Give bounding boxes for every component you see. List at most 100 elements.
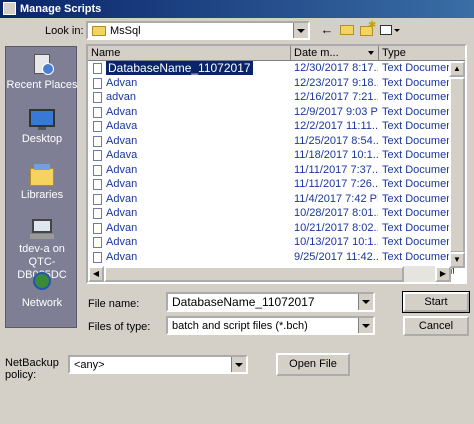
file-name: Advan bbox=[106, 178, 138, 190]
place-label: Network bbox=[21, 297, 63, 309]
scroll-thumb[interactable] bbox=[449, 77, 465, 253]
place-label: Recent Places bbox=[6, 79, 78, 91]
scroll-right-button[interactable]: ▶ bbox=[435, 266, 451, 282]
file-row[interactable]: Advan 10/28/2017 8:01... Text Document bbox=[88, 206, 454, 221]
place-network[interactable]: Network bbox=[6, 271, 78, 309]
place-label: Libraries bbox=[20, 189, 64, 201]
file-type: Text Document bbox=[382, 120, 454, 132]
file-row[interactable]: Advan 11/4/2017 7:42 PM Text Document bbox=[88, 192, 454, 207]
file-list[interactable]: Name Date m... Type DatabaseName_1107201… bbox=[86, 44, 467, 284]
open-file-button[interactable]: Open File bbox=[276, 353, 350, 376]
text-file-icon bbox=[93, 179, 102, 190]
text-file-icon bbox=[93, 150, 102, 161]
file-row[interactable]: Advan 9/25/2017 11:42... Text Document bbox=[88, 250, 454, 265]
file-row[interactable]: Advan 12/23/2017 9:18... Text Document bbox=[88, 76, 454, 91]
file-date: 11/11/2017 7:26... bbox=[294, 178, 378, 190]
file-type: Text Document bbox=[382, 221, 454, 234]
view-menu-icon[interactable] bbox=[378, 22, 402, 38]
file-row[interactable]: DatabaseName_11072017 12/30/2017 8:17... T… bbox=[88, 61, 454, 76]
scroll-up-button[interactable]: ▲ bbox=[449, 61, 465, 77]
cancel-button[interactable]: Cancel bbox=[403, 316, 469, 336]
scroll-down-button[interactable]: ▼ bbox=[449, 252, 465, 268]
file-name: advan bbox=[106, 91, 136, 103]
new-folder-icon[interactable]: ✱ bbox=[358, 20, 376, 38]
chevron-down-icon bbox=[368, 51, 374, 55]
look-in-combo[interactable]: MsSql bbox=[86, 21, 310, 40]
file-type: Text Document bbox=[382, 134, 454, 147]
file-name: DatabaseName_11072017 bbox=[106, 61, 253, 75]
file-date: 10/21/2017 8:02... bbox=[294, 221, 378, 234]
policy-value: <any> bbox=[74, 359, 105, 371]
text-file-icon bbox=[93, 121, 102, 132]
file-type-combo[interactable]: batch and script files (*.bch) bbox=[166, 316, 375, 335]
chevron-down-icon[interactable] bbox=[231, 357, 246, 372]
vertical-scrollbar[interactable]: ▲ ▼ bbox=[449, 61, 465, 268]
policy-combo[interactable]: <any> bbox=[68, 355, 248, 374]
file-type: Text Document bbox=[382, 207, 454, 219]
column-header-date[interactable]: Date m... bbox=[291, 46, 379, 61]
file-row[interactable]: Advan 10/21/2017 8:02... Text Document bbox=[88, 221, 454, 236]
file-date: 11/25/2017 8:54... bbox=[294, 134, 378, 147]
chevron-down-icon[interactable] bbox=[358, 294, 373, 310]
file-row[interactable]: advan 12/16/2017 7:21... Text Document bbox=[88, 90, 454, 105]
text-file-icon bbox=[93, 164, 102, 176]
app-icon bbox=[3, 2, 16, 15]
network-icon bbox=[28, 271, 56, 295]
file-name: Advan bbox=[106, 163, 138, 176]
file-row[interactable]: Advan 11/11/2017 7:26... Text Document bbox=[88, 177, 454, 192]
file-row[interactable]: Advan 11/11/2017 7:37... Text Document bbox=[88, 163, 454, 178]
start-button[interactable]: Start bbox=[402, 291, 470, 313]
up-folder-icon[interactable] bbox=[338, 22, 356, 38]
text-file-icon bbox=[93, 208, 102, 219]
file-type: Text Document bbox=[382, 105, 454, 118]
file-date: 11/4/2017 7:42 PM bbox=[294, 192, 378, 205]
back-arrow-icon[interactable]: ← bbox=[318, 22, 336, 38]
text-file-icon bbox=[93, 251, 102, 263]
policy-label-line2: policy: bbox=[5, 369, 37, 381]
place-desktop[interactable]: Desktop bbox=[6, 107, 78, 145]
file-row[interactable]: Advan 12/9/2017 9:03 PM Text Document bbox=[88, 105, 454, 120]
column-header-type[interactable]: Type bbox=[379, 46, 465, 61]
text-file-icon bbox=[93, 106, 102, 118]
file-row[interactable]: Advan 10/13/2017 10:1... Text Document bbox=[88, 235, 454, 250]
file-type: Text Document bbox=[382, 236, 454, 248]
column-header-name[interactable]: Name bbox=[88, 46, 291, 61]
file-type: Text Document bbox=[382, 250, 454, 263]
chevron-down-icon[interactable] bbox=[293, 23, 308, 38]
file-type: Text Document bbox=[382, 163, 454, 176]
look-in-value: MsSql bbox=[110, 25, 141, 37]
file-date: 11/18/2017 10:1... bbox=[294, 149, 378, 161]
file-type-label: Files of type: bbox=[88, 321, 151, 333]
file-row[interactable]: Adava 11/18/2017 10:1... Text Document bbox=[88, 148, 454, 163]
file-name: Advan bbox=[106, 236, 138, 248]
text-file-icon bbox=[93, 237, 102, 248]
window-title: Manage Scripts bbox=[20, 3, 102, 15]
scroll-thumb-horizontal[interactable] bbox=[104, 266, 404, 282]
horizontal-scrollbar[interactable]: ◀ ▶ bbox=[88, 266, 451, 282]
text-file-icon bbox=[93, 222, 102, 234]
policy-label-line1: NetBackup bbox=[5, 357, 59, 369]
file-name-value: DatabaseName_11072017 bbox=[172, 295, 315, 309]
recent-places-icon bbox=[28, 53, 56, 77]
place-label: Desktop bbox=[21, 133, 63, 145]
file-date: 12/16/2017 7:21... bbox=[294, 91, 378, 103]
scroll-left-button[interactable]: ◀ bbox=[88, 266, 104, 282]
text-file-icon bbox=[93, 193, 102, 205]
file-type: Text Document bbox=[382, 76, 454, 89]
file-type: Text Document bbox=[382, 62, 454, 74]
file-date: 12/9/2017 9:03 PM bbox=[294, 105, 378, 118]
file-name: Advan bbox=[106, 76, 138, 89]
file-type: Text Document bbox=[382, 149, 454, 161]
file-name-combo[interactable]: DatabaseName_11072017 bbox=[166, 292, 375, 312]
text-file-icon bbox=[93, 92, 102, 103]
file-date: 10/13/2017 10:1... bbox=[294, 236, 378, 248]
file-type: Text Document bbox=[382, 192, 454, 205]
place-libraries[interactable]: Libraries bbox=[6, 163, 78, 201]
place-recent-places[interactable]: Recent Places bbox=[6, 53, 78, 91]
text-file-icon bbox=[93, 77, 102, 89]
file-name: Advan bbox=[106, 207, 138, 219]
file-row[interactable]: Advan 11/25/2017 8:54... Text Document bbox=[88, 134, 454, 149]
places-bar: Recent Places Desktop Libraries tdev-a o… bbox=[5, 46, 77, 328]
chevron-down-icon[interactable] bbox=[358, 318, 373, 333]
file-row[interactable]: Adava 12/2/2017 11:11... Text Document bbox=[88, 119, 454, 134]
